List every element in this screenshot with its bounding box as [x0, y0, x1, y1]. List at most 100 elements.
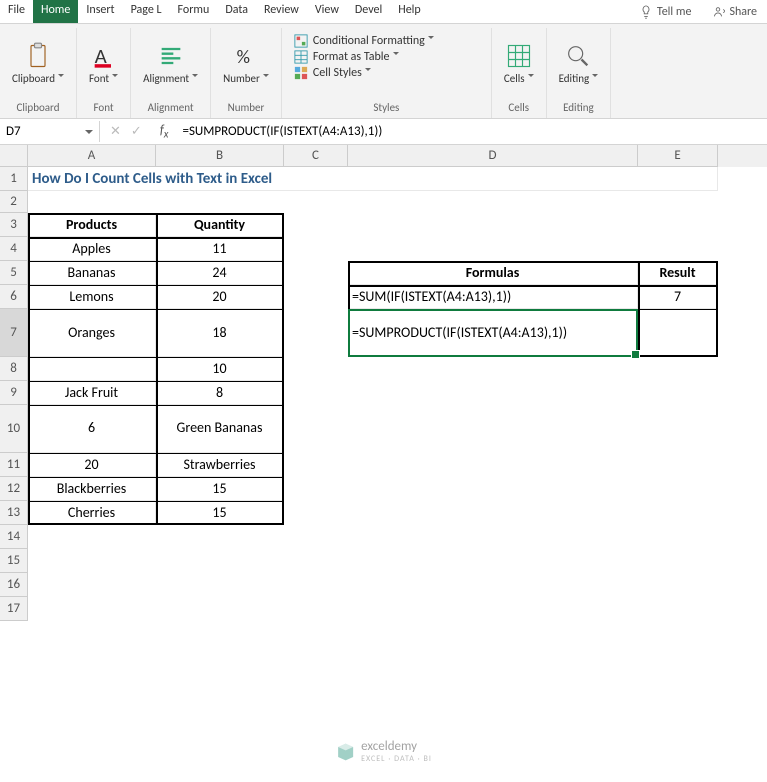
cell[interactable]: 20 — [28, 453, 156, 477]
format-table-label: Format as Table — [313, 50, 399, 64]
cell[interactable]: 20 — [156, 285, 284, 309]
cell-styles-label: Cell Styles — [313, 66, 371, 80]
tell-me[interactable]: Tell me — [629, 0, 702, 23]
cell[interactable]: 8 — [156, 381, 284, 405]
editing-button[interactable]: Editing — [555, 40, 603, 87]
cell[interactable]: Lemons — [28, 285, 156, 309]
menu-tab-review[interactable]: Review — [256, 0, 307, 23]
enter-formula-icon[interactable]: ✓ — [131, 124, 142, 139]
cell-styles-button[interactable]: Cell Styles — [294, 66, 479, 80]
cell[interactable]: Green Bananas — [156, 405, 284, 453]
share-label: Share — [729, 5, 757, 19]
ribbon-group-styles: Conditional Formatting Format as Table C… — [282, 28, 492, 118]
menu-tab-insert[interactable]: Insert — [78, 0, 122, 23]
font-icon: A — [90, 42, 118, 70]
cell[interactable]: 15 — [156, 477, 284, 501]
row-header[interactable]: 12 — [0, 477, 28, 501]
clipboard-icon — [24, 42, 52, 70]
menu-tab-data[interactable]: Data — [217, 0, 256, 23]
cell[interactable]: Result — [638, 261, 718, 285]
cell[interactable]: 7 — [638, 285, 718, 309]
cell[interactable]: Apples — [28, 237, 156, 261]
name-box[interactable]: D7 — [0, 121, 100, 142]
row-header[interactable]: 8 — [0, 357, 28, 381]
row-header[interactable]: 16 — [0, 573, 28, 597]
cell[interactable]: Formulas — [348, 261, 638, 285]
cells-icon — [505, 42, 533, 70]
cell[interactable]: Cherries — [28, 501, 156, 525]
conditional-formatting-button[interactable]: Conditional Formatting — [294, 34, 479, 48]
format-as-table-button[interactable]: Format as Table — [294, 50, 479, 64]
row-header[interactable]: 17 — [0, 597, 28, 621]
row-header[interactable]: 1 — [0, 167, 28, 191]
ribbon-group-number: % Number Number — [211, 28, 282, 118]
alignment-button[interactable]: Alignment — [139, 40, 202, 87]
cell[interactable]: 11 — [156, 237, 284, 261]
column-header[interactable]: E — [638, 145, 718, 167]
cell[interactable]: Bananas — [28, 261, 156, 285]
column-header[interactable]: D — [348, 145, 638, 167]
number-button[interactable]: % Number — [219, 40, 273, 87]
cell[interactable]: 24 — [156, 261, 284, 285]
row-header[interactable]: 14 — [0, 525, 28, 549]
font-button[interactable]: A Font — [85, 40, 122, 87]
select-all-corner[interactable] — [0, 145, 28, 167]
row-header[interactable]: 11 — [0, 453, 28, 477]
cell[interactable]: =SUMPRODUCT(IF(ISTEXT(A4:A13),1)) — [348, 309, 638, 357]
clipboard-button[interactable]: Clipboard — [8, 40, 68, 87]
column-header[interactable]: C — [284, 145, 348, 167]
row-header[interactable]: 5 — [0, 261, 28, 285]
column-header[interactable]: A — [28, 145, 156, 167]
logo-icon — [335, 742, 355, 762]
menu-bar: File Home Insert Page L Formu Data Revie… — [0, 0, 767, 24]
menu-tab-pagelayout[interactable]: Page L — [123, 0, 170, 23]
cell[interactable] — [28, 357, 156, 381]
cell[interactable]: Quantity — [156, 213, 284, 237]
number-button-label: Number — [223, 72, 269, 85]
menu-tab-developer[interactable]: Devel — [347, 0, 390, 23]
menu-tab-file[interactable]: File — [0, 0, 33, 23]
menu-tab-home[interactable]: Home — [33, 0, 78, 23]
cell[interactable]: Products — [28, 213, 156, 237]
lightbulb-icon — [639, 5, 653, 19]
row-header[interactable]: 10 — [0, 405, 28, 453]
cell[interactable]: Oranges — [28, 309, 156, 357]
cells-button[interactable]: Cells — [500, 40, 538, 87]
cell[interactable]: Jack Fruit — [28, 381, 156, 405]
cell[interactable]: 18 — [156, 309, 284, 357]
alignment-button-label: Alignment — [143, 72, 198, 85]
row-header[interactable]: 13 — [0, 501, 28, 525]
row-header[interactable]: 7 — [0, 309, 28, 357]
row-header[interactable]: 15 — [0, 549, 28, 573]
cell[interactable]: 6 — [28, 405, 156, 453]
cond-format-icon — [294, 34, 308, 48]
row-header[interactable]: 9 — [0, 381, 28, 405]
row-header[interactable]: 2 — [0, 191, 28, 213]
menu-tab-formulas[interactable]: Formu — [170, 0, 218, 23]
row-header[interactable]: 6 — [0, 285, 28, 309]
watermark-tag: EXCEL · DATA · BI — [361, 754, 432, 764]
ribbon-group-label: Clipboard — [17, 99, 60, 118]
share-icon — [711, 5, 725, 19]
spreadsheet-grid[interactable]: 1234567891011121314151617 ABCDE How Do I… — [0, 145, 767, 782]
cell[interactable] — [638, 309, 718, 357]
cond-format-label: Conditional Formatting — [313, 34, 434, 48]
menu-tab-view[interactable]: View — [307, 0, 347, 23]
cell[interactable]: =SUM(IF(ISTEXT(A4:A13),1)) — [348, 285, 638, 309]
watermark-name: exceldemy — [361, 739, 417, 754]
row-header[interactable]: 4 — [0, 237, 28, 261]
cancel-formula-icon[interactable]: ✕ — [110, 124, 121, 139]
cell[interactable]: 10 — [156, 357, 284, 381]
cell[interactable]: How Do I Count Cells with Text in Excel — [28, 167, 718, 191]
menu-tab-help[interactable]: Help — [390, 0, 429, 23]
fx-icon[interactable]: fx — [152, 123, 177, 141]
editing-button-label: Editing — [559, 72, 599, 85]
cell[interactable]: Blackberries — [28, 477, 156, 501]
share-button[interactable]: Share — [701, 0, 767, 23]
row-header[interactable]: 3 — [0, 213, 28, 237]
cell[interactable]: 15 — [156, 501, 284, 525]
formula-input[interactable]: =SUMPRODUCT(IF(ISTEXT(A4:A13),1)) — [176, 121, 767, 142]
cell[interactable]: Strawberries — [156, 453, 284, 477]
clipboard-button-label: Clipboard — [12, 72, 64, 85]
column-header[interactable]: B — [156, 145, 284, 167]
